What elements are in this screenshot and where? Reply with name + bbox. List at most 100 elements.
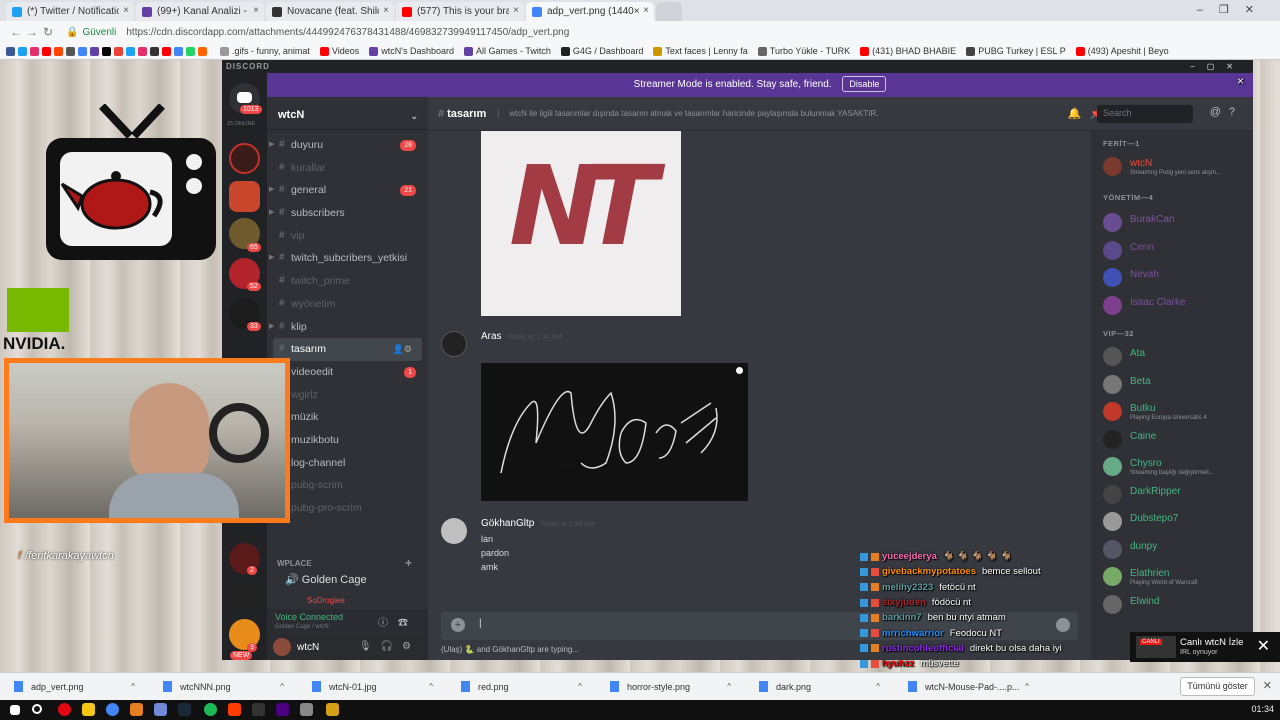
member[interactable]: Elwind xyxy=(1103,593,1253,617)
channel-item[interactable]: #pubg-scrim xyxy=(267,474,428,497)
member[interactable]: BurakCan xyxy=(1103,211,1253,235)
chevron-up-icon[interactable]: ^ xyxy=(727,682,731,691)
download-item[interactable]: dark.png ^ xyxy=(745,676,894,698)
server-header[interactable]: wtcN ⌄ xyxy=(267,97,428,130)
channel-item[interactable]: # ▶ subscribers xyxy=(267,202,428,225)
channel-settings-icon[interactable]: 👤⚙ xyxy=(393,338,412,361)
chevron-up-icon[interactable]: ^ xyxy=(1025,682,1029,691)
member[interactable]: Elathrien Playing World of Warcraft xyxy=(1103,565,1253,589)
chevron-up-icon[interactable]: ^ xyxy=(429,682,433,691)
member[interactable]: Cenn xyxy=(1103,239,1253,263)
chevron-up-icon[interactable]: ^ xyxy=(876,682,880,691)
show-all-button[interactable]: Tümünü göster xyxy=(1180,677,1255,696)
app-icon[interactable] xyxy=(228,703,241,716)
close-icon[interactable]: × xyxy=(513,5,519,16)
channel-item[interactable]: # twitch_prime xyxy=(267,270,428,293)
app-icon[interactable] xyxy=(276,703,289,716)
voice-channel[interactable]: 🔊 Golden Cage xyxy=(285,573,367,586)
voice-category[interactable]: WPLACE + xyxy=(277,556,412,570)
server-icon[interactable] xyxy=(229,581,260,612)
discord-icon[interactable] xyxy=(154,703,167,716)
channel-item[interactable]: #▶videoedit1 xyxy=(267,361,428,384)
message-author[interactable]: GökhanGltp Today at 1:34 AM xyxy=(481,518,594,529)
download-item[interactable]: wtcNNN.png ^ xyxy=(149,676,298,698)
app-icon[interactable] xyxy=(252,703,265,716)
chevron-down-icon[interactable]: ⌄ xyxy=(410,111,418,122)
channel-item[interactable]: #pubg-pro-scrim xyxy=(267,497,428,520)
member[interactable]: Caine xyxy=(1103,428,1253,452)
channel-item[interactable]: # ▶ general 21 xyxy=(267,179,428,202)
add-icon[interactable]: + xyxy=(405,556,412,570)
back-icon[interactable]: ← xyxy=(8,25,24,39)
member[interactable]: Beta xyxy=(1103,373,1253,397)
download-item[interactable]: red.png ^ xyxy=(447,676,596,698)
member[interactable]: dunpy xyxy=(1103,538,1253,562)
close-icon[interactable]: ✕ xyxy=(1257,636,1270,656)
explorer-icon[interactable] xyxy=(82,703,95,716)
disable-button[interactable]: Disable xyxy=(842,76,887,92)
close-icon[interactable]: ✕ xyxy=(1263,679,1272,692)
opera-icon[interactable] xyxy=(58,703,71,716)
server-icon[interactable] xyxy=(229,181,260,212)
upload-icon[interactable]: + xyxy=(451,618,465,632)
forward-icon[interactable]: → xyxy=(24,25,40,39)
bookmark[interactable]: (431) BHAD BHABIE xyxy=(860,46,956,56)
channel-item[interactable]: # vip xyxy=(267,225,428,248)
search-icon[interactable] xyxy=(32,704,42,714)
attachment-image[interactable]: NT xyxy=(481,131,681,316)
member[interactable]: Dubstepo7 xyxy=(1103,510,1253,534)
download-item[interactable]: wtcN-Mouse-Pad-....p... ^ xyxy=(894,676,1043,698)
download-item[interactable]: horror-style.png ^ xyxy=(596,676,745,698)
channel-item[interactable]: #▶log-channel xyxy=(267,452,428,475)
member[interactable]: wtcN Streaming Pubg yeni sens alışm... xyxy=(1103,155,1253,179)
voice-user[interactable]: SoDrogiee xyxy=(307,596,345,605)
close-icon[interactable]: × xyxy=(643,5,649,16)
reload-icon[interactable]: ↻ xyxy=(40,25,56,39)
bookmark[interactable]: Videos xyxy=(319,46,359,56)
user-controls-icons[interactable]: 🎙🎧⚙ xyxy=(359,641,420,652)
chevron-up-icon[interactable]: ^ xyxy=(131,682,135,691)
search-input[interactable]: Search xyxy=(1097,105,1193,123)
close-icon[interactable]: × xyxy=(253,5,259,16)
member[interactable]: Nevah xyxy=(1103,266,1253,290)
member[interactable]: Ata xyxy=(1103,345,1253,369)
bookmark[interactable]: (493) Apeshit | Beyo xyxy=(1075,46,1169,56)
channel-item[interactable]: #wgirlz xyxy=(267,384,428,407)
bookmark[interactable]: PUBG Turkey | ESL P xyxy=(966,46,1066,56)
bookmark[interactable]: G4G / Dashboard xyxy=(560,46,643,56)
browser-tab[interactable]: Novacane (feat. Shiloh) × xyxy=(266,2,394,21)
app-icon[interactable] xyxy=(326,703,339,716)
steam-icon[interactable] xyxy=(178,703,191,716)
bookmark[interactable]: Turbo Yükle - TURK xyxy=(757,46,850,56)
channel-item[interactable]: # tasarım 👤⚙ xyxy=(273,338,422,361)
reaction-icon[interactable] xyxy=(736,367,743,374)
channel-item[interactable]: # wyönetim xyxy=(267,293,428,316)
help-icons[interactable]: @? xyxy=(1210,106,1243,118)
windows-start-icon[interactable] xyxy=(10,705,20,715)
avatar[interactable] xyxy=(441,331,467,357)
chevron-up-icon[interactable]: ^ xyxy=(578,682,582,691)
channel-item[interactable]: # ▶ twitch_subcribers_yetkisi xyxy=(267,247,428,270)
live-notification[interactable]: CANLI Canlı wtcN İzle IRL oynuyor ✕ xyxy=(1130,632,1280,662)
bookmark[interactable]: Text faces | Lenny fa xyxy=(653,46,748,56)
bookmark-icons[interactable] xyxy=(6,46,210,56)
browser-tab[interactable]: (*) Twitter / Notifications × xyxy=(6,2,134,21)
channel-item[interactable]: # ▶ duyuru 28 xyxy=(267,134,428,157)
avatar[interactable] xyxy=(273,638,291,656)
window-controls[interactable]: –❐✕ xyxy=(1197,3,1270,16)
member[interactable]: Chysro Streaming başlığı değiştirmeli... xyxy=(1103,455,1253,479)
browser-tab[interactable]: (577) This is your brain on × xyxy=(396,2,524,21)
url-field[interactable]: 🔒 Güvenli https://cdn.discordapp.com/att… xyxy=(66,24,1140,41)
message-author[interactable]: Aras Today at 1:34 AM xyxy=(481,331,562,342)
download-item[interactable]: wtcN-01.jpg ^ xyxy=(298,676,447,698)
chrome-icon[interactable] xyxy=(106,703,119,716)
avatar[interactable] xyxy=(441,518,467,544)
app-icon[interactable] xyxy=(130,703,143,716)
channel-item[interactable]: # ▶ klip xyxy=(267,316,428,339)
download-item[interactable]: adp_vert.png ^ xyxy=(0,676,149,698)
channel-item[interactable]: # kurallar xyxy=(267,157,428,180)
close-icon[interactable]: × xyxy=(1237,73,1244,88)
bookmark[interactable]: All Games - Twitch xyxy=(463,46,551,56)
close-icon[interactable]: × xyxy=(123,5,129,16)
spotify-icon[interactable] xyxy=(204,703,217,716)
